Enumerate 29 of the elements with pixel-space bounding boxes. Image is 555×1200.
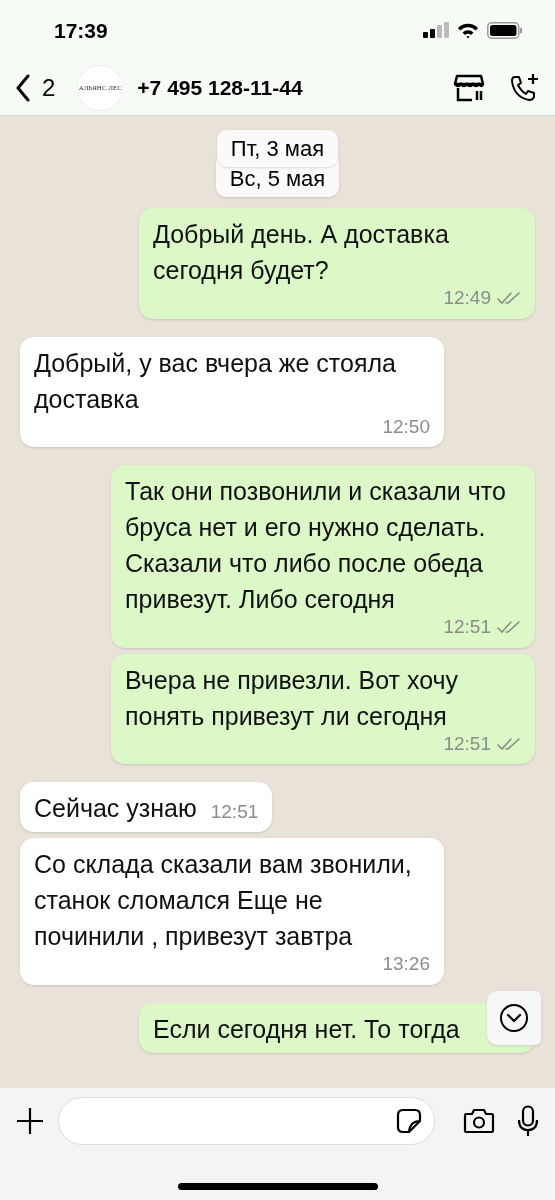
scroll-down-button[interactable] — [487, 991, 541, 1045]
message-text: Сейчас узнаю — [34, 793, 197, 824]
signal-icon — [423, 22, 449, 40]
contact-name[interactable]: +7 495 128-11-44 — [137, 72, 303, 104]
status-time: 17:39 — [54, 18, 108, 44]
message-text: Вчера не привезли. Вот хочу понять привезут ли сегодня — [125, 664, 460, 732]
add-call-icon[interactable] — [509, 73, 539, 104]
message-time: 12:50 — [382, 414, 430, 439]
message-time: 12:51 — [443, 615, 491, 639]
message-time: 12:51 — [210, 799, 259, 824]
wifi-icon — [457, 22, 479, 39]
message-input[interactable] — [58, 1097, 435, 1145]
message-text: Так они позвонили и сказали что бруса нет и его нужно сделать. Сказали что либо после обеда привезут. Либо сегодня — [125, 476, 507, 615]
microphone-icon[interactable] — [517, 1105, 539, 1137]
message-time: 13:26 — [382, 952, 430, 976]
message-text: Добрый, у вас вчера же стояла доставка — [34, 347, 397, 415]
plus-icon[interactable] — [16, 1107, 44, 1135]
camera-icon[interactable] — [463, 1108, 495, 1134]
message-text: Добрый день. А доставка сегодня будет? — [153, 219, 450, 286]
back-chevron-icon[interactable] — [16, 74, 30, 103]
battery-icon — [487, 22, 523, 40]
chevron-down-icon — [499, 1003, 529, 1033]
message-text: Со склада сказали вам звонили, станок сломался Еще не починили , привезут завтра — [34, 849, 413, 952]
message-text: Если сегодня нет. То тогда — [153, 1013, 460, 1045]
sticker-icon — [396, 1108, 422, 1134]
store-icon[interactable] — [453, 73, 485, 104]
message-time: 12:49 — [443, 286, 491, 310]
message-time: 12:51 — [443, 731, 491, 756]
back-button[interactable]: 2 — [16, 70, 56, 107]
